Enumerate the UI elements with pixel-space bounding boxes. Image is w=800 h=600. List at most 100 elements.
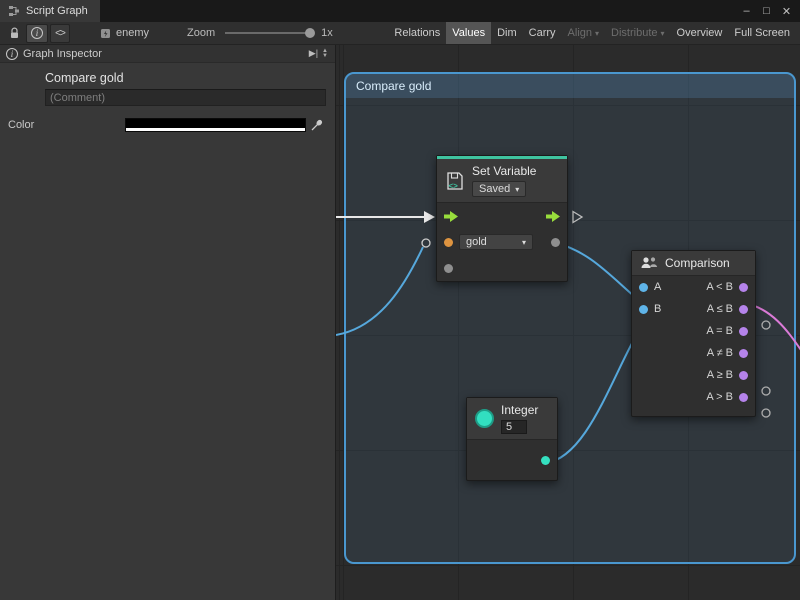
value-wire-left-to-setvariable[interactable]	[336, 247, 423, 335]
node-title: Integer	[501, 403, 538, 417]
color-alpha-bar	[126, 128, 305, 131]
input-port-a[interactable]	[639, 283, 648, 292]
set-variable-icon: <>	[445, 171, 465, 191]
maximize-button[interactable]: □	[758, 3, 775, 20]
code-view-button[interactable]: <>	[50, 24, 70, 43]
output-port-a-lte-b[interactable]	[739, 305, 748, 314]
tab-script-graph[interactable]: Script Graph	[0, 0, 100, 22]
node-title: Set Variable	[472, 164, 536, 178]
value-wire-integer-to-comparison-b[interactable]	[546, 325, 642, 463]
input-label-a: A	[654, 281, 661, 293]
graph-target-field[interactable]: enemy	[100, 27, 149, 39]
value-input-port[interactable]	[444, 264, 453, 273]
window-controls: – □ ✕	[738, 0, 800, 22]
free-output-port-icon[interactable]	[762, 321, 770, 329]
variable-name-port[interactable]	[444, 238, 453, 247]
scrub-down-icon[interactable]: ▼	[322, 54, 328, 59]
integer-header[interactable]: Integer 5	[467, 398, 557, 440]
comment-input[interactable]	[45, 89, 326, 106]
variable-scope-dropdown[interactable]: Saved ▾	[472, 181, 526, 197]
variable-name-row: gold ▾	[437, 229, 567, 255]
chevron-down-icon: ▾	[661, 29, 665, 38]
zoom-value: 1x	[321, 27, 333, 39]
panel-scrubber[interactable]: ▲ ▼	[322, 49, 329, 59]
integer-literal-icon	[475, 409, 494, 428]
target-label: enemy	[116, 27, 149, 39]
comparison-row: A ≥ B	[632, 364, 755, 386]
integer-value-field[interactable]: 5	[501, 420, 527, 434]
carry-button[interactable]: Carry	[523, 22, 562, 44]
free-input-port-icon[interactable]	[422, 239, 430, 247]
flow-wire-arrowhead-icon	[424, 211, 435, 223]
inspector-toggle-button[interactable]: i	[26, 24, 48, 43]
eyedropper-icon	[311, 119, 323, 131]
output-label: A ≥ B	[707, 369, 733, 381]
variable-value-output-port[interactable]	[551, 238, 560, 247]
pin-panel-icon[interactable]: ▶|	[309, 48, 318, 59]
inspected-graph-title: Compare gold	[45, 71, 124, 85]
inspector-actions: ▶| ▲ ▼	[309, 48, 329, 59]
zoom-slider[interactable]	[225, 32, 311, 34]
window-titlebar: Script Graph – □ ✕	[0, 0, 800, 22]
eyedropper-button[interactable]	[308, 117, 325, 133]
node-title: Comparison	[665, 256, 730, 270]
tab-title: Script Graph	[26, 5, 88, 17]
distribute-button[interactable]: Distribute ▾	[605, 22, 670, 44]
flow-input-port[interactable]	[444, 211, 458, 222]
comparison-row: A A < B	[632, 276, 755, 298]
flow-output-port[interactable]	[546, 211, 560, 222]
flow-port-row	[437, 203, 567, 229]
minimize-button[interactable]: –	[738, 3, 755, 20]
distribute-label: Distribute	[611, 27, 657, 39]
integer-output-port[interactable]	[541, 456, 550, 465]
comparison-row: A ≠ B	[632, 342, 755, 364]
overview-button[interactable]: Overview	[671, 22, 729, 44]
comparison-header[interactable]: Comparison	[632, 251, 755, 276]
zoom-label: Zoom	[187, 27, 215, 39]
chevron-down-icon: ▾	[522, 238, 526, 247]
value-wire-setvariable-to-comparison-a[interactable]	[556, 243, 642, 303]
value-input-row	[437, 255, 567, 281]
variable-name-dropdown[interactable]: gold ▾	[459, 234, 533, 250]
graph-inspector-title: Graph Inspector	[23, 48, 102, 60]
comparison-row: B A ≤ B	[632, 298, 755, 320]
comparison-node[interactable]: Comparison A A < B B A ≤ B	[631, 250, 756, 417]
output-port-a-neq-b[interactable]	[739, 349, 748, 358]
graph-inspector-header: i Graph Inspector ▶| ▲ ▼	[0, 45, 335, 63]
lock-icon	[9, 27, 20, 39]
graph-toolbar: i <> enemy Zoom 1x Relations Values Dim …	[0, 22, 800, 45]
color-field-label: Color	[8, 119, 34, 131]
output-port-a-gt-b[interactable]	[739, 393, 748, 402]
color-swatch[interactable]	[125, 118, 306, 132]
relations-button[interactable]: Relations	[388, 22, 446, 44]
input-port-b[interactable]	[639, 305, 648, 314]
close-button[interactable]: ✕	[778, 3, 795, 20]
output-label: A = B	[706, 325, 733, 337]
output-label: A ≠ B	[707, 347, 733, 359]
lock-button[interactable]	[4, 24, 24, 43]
set-variable-node[interactable]: <> Set Variable Saved ▾ gold ▾	[436, 155, 568, 282]
set-variable-header[interactable]: <> Set Variable Saved ▾	[437, 159, 567, 203]
output-label: A < B	[706, 281, 733, 293]
output-label: A ≤ B	[707, 303, 733, 315]
output-port-a-lt-b[interactable]	[739, 283, 748, 292]
integer-node[interactable]: Integer 5	[466, 397, 558, 481]
graph-canvas[interactable]: Compare gold <> Set Varia	[335, 45, 800, 600]
code-icon: <>	[55, 28, 65, 39]
values-button[interactable]: Values	[446, 22, 491, 44]
script-asset-icon	[100, 28, 111, 39]
flow-output-triangle-icon[interactable]	[573, 212, 582, 223]
chevron-down-icon: ▾	[595, 29, 599, 38]
output-port-a-eq-b[interactable]	[739, 327, 748, 336]
free-output-port-icon[interactable]	[762, 409, 770, 417]
full-screen-button[interactable]: Full Screen	[728, 22, 796, 44]
zoom-slider-handle[interactable]	[305, 28, 315, 38]
dim-button[interactable]: Dim	[491, 22, 523, 44]
free-output-port-icon[interactable]	[762, 387, 770, 395]
info-icon: i	[6, 48, 18, 60]
output-port-a-gte-b[interactable]	[739, 371, 748, 380]
comparison-icon	[640, 256, 658, 270]
align-button[interactable]: Align ▾	[562, 22, 605, 44]
align-label: Align	[568, 27, 592, 39]
integer-output-row	[467, 440, 557, 480]
